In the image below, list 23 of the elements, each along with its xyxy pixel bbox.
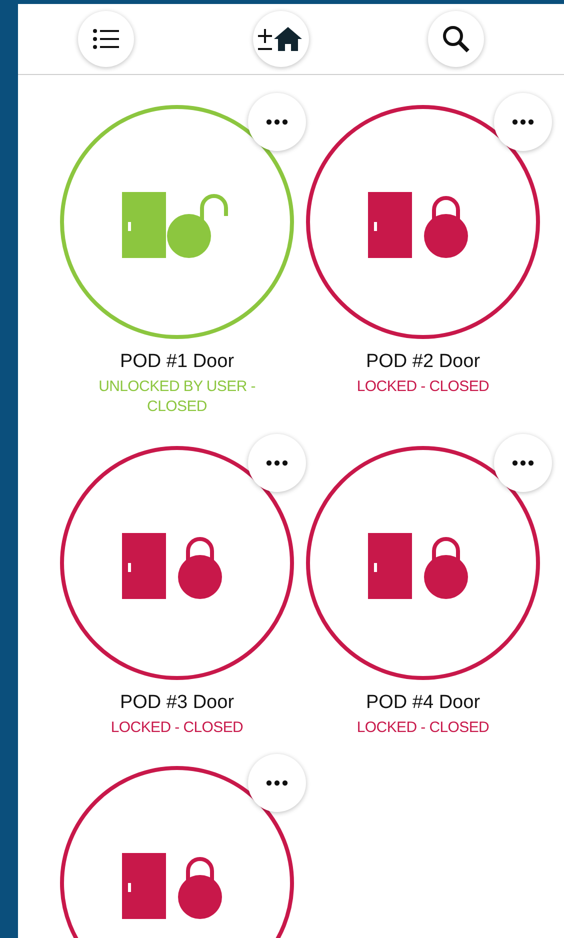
more-button[interactable] xyxy=(494,434,552,492)
door-name: POD #3 Door xyxy=(120,692,234,714)
door-name: POD #4 Door xyxy=(366,692,480,714)
more-icon xyxy=(266,780,288,786)
more-button[interactable] xyxy=(494,93,552,151)
door-status: LOCKED - CLOSED xyxy=(110,718,244,738)
home-button[interactable] xyxy=(252,11,309,67)
door-name: POD #2 Door xyxy=(366,351,480,373)
menu-icon xyxy=(92,29,119,49)
menu-button[interactable] xyxy=(78,11,134,67)
search-button[interactable] xyxy=(428,11,484,67)
more-icon xyxy=(512,460,534,466)
door-status: LOCKED - CLOSED xyxy=(356,718,490,738)
plus-minus-home-icon xyxy=(258,26,304,52)
door-status: UNLOCKED BY USER - CLOSED xyxy=(98,377,256,418)
door-name: POD #1 Door xyxy=(120,351,234,373)
door-status: LOCKED - CLOSED xyxy=(356,377,490,397)
search-icon xyxy=(442,25,470,53)
more-button[interactable] xyxy=(248,434,306,492)
more-icon xyxy=(512,119,534,125)
more-icon xyxy=(266,119,288,125)
more-button[interactable] xyxy=(248,754,306,812)
more-icon xyxy=(266,460,288,466)
